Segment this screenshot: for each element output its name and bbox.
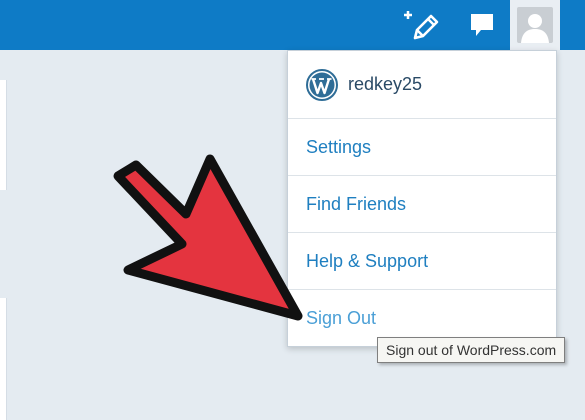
content-panel-edge (0, 80, 7, 190)
find-friends-menu-item[interactable]: Find Friends (288, 176, 556, 233)
tooltip-text: Sign out of WordPress.com (386, 342, 557, 358)
help-support-label: Help & Support (306, 250, 429, 271)
settings-label: Settings (306, 136, 372, 157)
notifications-button[interactable] (461, 0, 503, 50)
username: redkey25 (348, 74, 423, 94)
notifications-icon (471, 14, 493, 36)
help-support-menu-item[interactable]: Help & Support (288, 233, 556, 290)
new-post-button[interactable] (398, 0, 444, 50)
avatar (517, 7, 553, 43)
top-bar (0, 0, 585, 50)
new-post-icon (404, 11, 439, 40)
profile-menu-item[interactable]: redkey25 (288, 51, 556, 119)
account-dropdown-menu: redkey25 Settings Find Friends Help & Su… (287, 50, 557, 347)
wordpress-logo-icon (306, 68, 338, 101)
red-arrow-annotation (113, 154, 303, 321)
sign-out-label: Sign Out (306, 307, 377, 328)
content-panel-edge (0, 298, 7, 420)
settings-menu-item[interactable]: Settings (288, 119, 556, 176)
avatar-icon (521, 14, 549, 43)
avatar-button[interactable] (510, 0, 560, 50)
sign-out-tooltip: Sign out of WordPress.com (377, 337, 566, 363)
page: redkey25 Settings Find Friends Help & Su… (0, 0, 585, 420)
find-friends-label: Find Friends (306, 193, 407, 214)
